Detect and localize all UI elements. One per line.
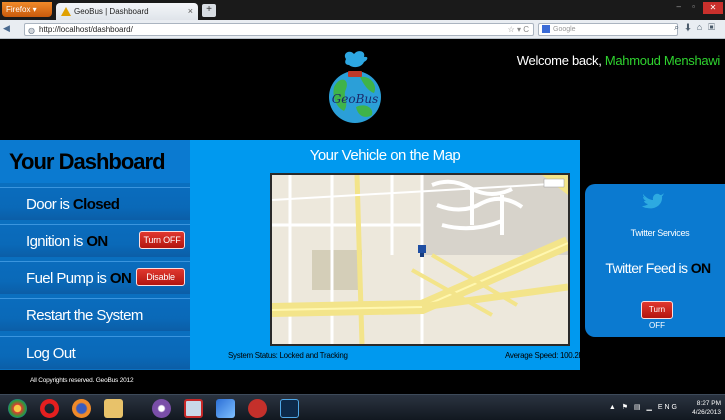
new-tab-button[interactable]: + bbox=[202, 4, 216, 17]
fuel-label: Fuel Pump is bbox=[26, 270, 107, 287]
opera-icon[interactable] bbox=[40, 399, 59, 418]
page-footer: All Copyrights reserved. GeoBus 2012 bbox=[0, 370, 725, 394]
photoshop-icon[interactable] bbox=[280, 399, 299, 418]
maximize-icon[interactable]: ▫ bbox=[692, 2, 695, 11]
sidebar-item-door: Door is Closed bbox=[0, 187, 190, 220]
minimize-icon[interactable]: – bbox=[677, 2, 681, 11]
twitter-panel: Twitter Services Twitter Feed is ON Turn… bbox=[585, 184, 725, 337]
pdf-icon[interactable] bbox=[184, 399, 203, 418]
media-icon[interactable] bbox=[152, 399, 171, 418]
firefox-menu-label: Firefox bbox=[6, 5, 31, 14]
firefox-menu-button[interactable]: Firefox ▾ bbox=[2, 2, 52, 17]
word-icon[interactable] bbox=[248, 399, 267, 418]
dashboard-title: Your Dashboard bbox=[0, 140, 190, 183]
back-icon[interactable]: ◀ bbox=[3, 23, 10, 34]
copyright-text: All Copyrights reserved. GeoBus 2012 bbox=[30, 377, 134, 384]
tab-close-icon[interactable]: × bbox=[188, 3, 193, 20]
twitter-services-label: Twitter Services bbox=[630, 228, 690, 238]
browser-tab-bar: Firefox ▾ GeoBus | Dashboard × + – ▫ ✕ bbox=[0, 0, 725, 20]
welcome-prefix: Welcome back, bbox=[516, 53, 602, 68]
twitter-turn-off-button[interactable]: Turn OFF bbox=[641, 301, 673, 330]
system-clock[interactable]: 8:27 PM 4/26/2013 bbox=[692, 399, 721, 417]
map-graphic bbox=[272, 175, 568, 344]
logo-text: GeoBus bbox=[332, 92, 379, 106]
map-panel: Your Vehicle on the Map System Status: L… bbox=[190, 140, 603, 370]
sidebar-item-ignition: Ignition is ON Turn OFF bbox=[0, 224, 190, 257]
folder-icon[interactable] bbox=[104, 399, 123, 418]
twitter-feed-state: ON bbox=[690, 260, 711, 276]
geobus-logo: GeoBus bbox=[329, 51, 381, 123]
search-placeholder: Google bbox=[553, 26, 576, 33]
toolbar-icons[interactable]: ⌕⬇⌂▣ bbox=[674, 22, 721, 33]
clock-date: 4/26/2013 bbox=[692, 409, 721, 416]
twitter-bird-icon bbox=[642, 193, 664, 209]
window-close-icon[interactable]: ✕ bbox=[703, 2, 723, 14]
user-name[interactable]: Mahmoud Menshawi bbox=[605, 53, 720, 68]
language-indicator[interactable]: ENG bbox=[658, 404, 679, 411]
tab-title: GeoBus | Dashboard bbox=[74, 7, 149, 16]
url-input[interactable]: ◍ http://localhost/dashboard/ ☆ ▾ C bbox=[24, 23, 534, 36]
firefox-icon[interactable] bbox=[72, 399, 91, 418]
system-tray-icons[interactable]: ▲ ⚑ ▤ ▁ ENG bbox=[609, 403, 679, 411]
vehicle-map[interactable] bbox=[270, 173, 570, 346]
sidebar-item-fuel-pump: Fuel Pump is ON Disable bbox=[0, 261, 190, 294]
fuel-disable-button[interactable]: Disable bbox=[136, 268, 185, 286]
bookmark-star-icon[interactable]: ☆ ▾ C bbox=[508, 24, 529, 35]
twitter-feed-status: Twitter Feed is ON bbox=[583, 260, 725, 276]
sidebar-item-restart[interactable]: Restart the System bbox=[0, 298, 190, 331]
search-input[interactable]: Google bbox=[538, 23, 678, 36]
door-state: Closed bbox=[72, 196, 120, 213]
url-text: http://localhost/dashboard/ bbox=[39, 25, 133, 34]
paint-icon[interactable] bbox=[216, 399, 235, 418]
sidebar-item-logout[interactable]: Log Out bbox=[0, 336, 190, 369]
browser-tab[interactable]: GeoBus | Dashboard × bbox=[56, 3, 198, 20]
system-status: System Status: Locked and Tracking bbox=[228, 351, 348, 360]
ignition-turn-off-button[interactable]: Turn OFF bbox=[139, 231, 185, 249]
ignition-state: ON bbox=[86, 233, 108, 250]
vehicle-marker-icon[interactable] bbox=[416, 243, 430, 257]
warning-icon bbox=[61, 7, 71, 16]
chrome-icon[interactable] bbox=[8, 399, 27, 418]
map-title: Your Vehicle on the Map bbox=[309, 147, 461, 164]
twitter-feed-label: Twitter Feed is bbox=[605, 260, 688, 276]
windows-taskbar: ▲ ⚑ ▤ ▁ ENG 8:27 PM 4/26/2013 bbox=[0, 394, 725, 420]
google-icon bbox=[542, 25, 550, 33]
twitter-column: Twitter Services Twitter Feed is ON Turn… bbox=[580, 140, 725, 370]
fuel-state: ON bbox=[109, 270, 132, 287]
globe-icon: ◍ bbox=[28, 26, 35, 35]
browser-nav-bar: ◀ ◍ http://localhost/dashboard/ ☆ ▾ C Go… bbox=[0, 20, 725, 39]
ignition-label: Ignition is bbox=[26, 233, 83, 250]
clock-time: 8:27 PM bbox=[696, 400, 721, 407]
door-label: Door is bbox=[26, 196, 70, 213]
sidebar: Your Dashboard Door is Closed Ignition i… bbox=[0, 140, 190, 370]
welcome-message: Welcome back, Mahmoud Menshawi bbox=[516, 53, 721, 68]
